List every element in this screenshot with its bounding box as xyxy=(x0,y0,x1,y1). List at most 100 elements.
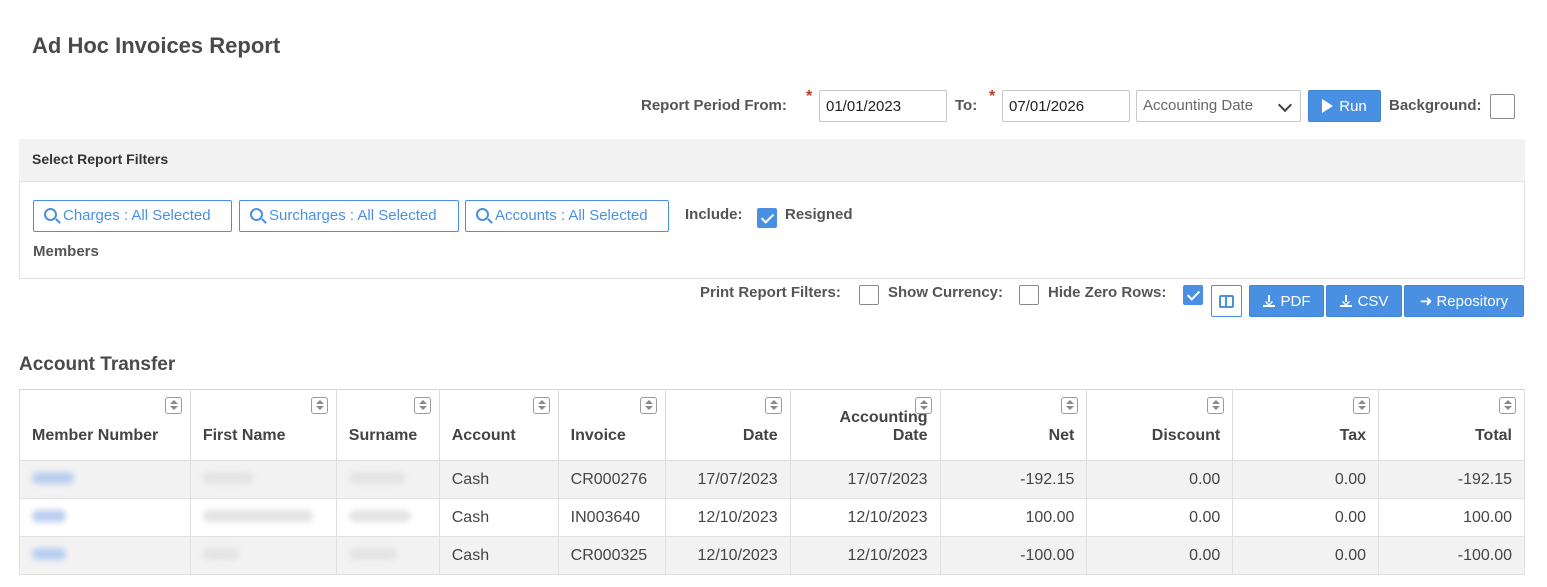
column-header-net[interactable]: Net xyxy=(939,389,1088,461)
column-header-account[interactable]: Account xyxy=(438,389,559,461)
column-header-tax[interactable]: Tax xyxy=(1232,389,1380,461)
surname-cell xyxy=(335,498,440,537)
first-name-cell xyxy=(189,460,337,499)
net-cell: -100.00 xyxy=(939,536,1088,575)
column-header-member-number[interactable]: Member Number xyxy=(19,389,191,461)
period-from-input[interactable] xyxy=(819,90,947,122)
members-label: Members xyxy=(33,243,99,260)
download-icon xyxy=(1339,295,1352,307)
total-cell: 100.00 xyxy=(1378,498,1525,537)
background-checkbox[interactable] xyxy=(1490,94,1515,119)
sort-icon[interactable] xyxy=(310,397,328,414)
accounting-date-cell: 12/10/2023 xyxy=(789,498,941,537)
period-to-label: To: xyxy=(955,97,978,114)
invoice-link[interactable]: CR000276 xyxy=(557,460,666,499)
include-label: Include: xyxy=(685,206,743,223)
tax-cell: 0.00 xyxy=(1232,536,1380,575)
date-cell: 17/07/2023 xyxy=(664,460,791,499)
filters-header: Select Report Filters xyxy=(19,139,1525,182)
section-title: Account Transfer xyxy=(19,354,176,375)
discount-cell: 0.00 xyxy=(1086,460,1234,499)
net-cell: 100.00 xyxy=(939,498,1088,537)
date-type-select[interactable]: Accounting Date xyxy=(1136,90,1301,122)
hide-zero-rows-label: Hide Zero Rows: xyxy=(1048,284,1167,301)
run-button[interactable]: Run xyxy=(1308,90,1381,122)
show-currency-checkbox[interactable] xyxy=(1019,285,1039,305)
surname-cell xyxy=(335,536,440,575)
column-header-date[interactable]: Date xyxy=(664,389,791,461)
column-header-total[interactable]: Total xyxy=(1378,389,1525,461)
background-label: Background: xyxy=(1389,97,1482,114)
date-type-value: Accounting Date xyxy=(1143,97,1254,114)
csv-button[interactable]: CSV xyxy=(1326,285,1402,317)
member-number-cell[interactable] xyxy=(19,460,191,499)
net-cell: -192.15 xyxy=(939,460,1088,499)
surcharges-filter-label: Surcharges : All Selected xyxy=(269,207,437,224)
sort-icon[interactable] xyxy=(413,397,431,414)
repository-button[interactable]: ➜ Repository xyxy=(1404,285,1524,317)
sort-icon[interactable] xyxy=(1061,397,1079,414)
sort-icon[interactable] xyxy=(1353,397,1371,414)
filters-panel: Charges : All Selected Surcharges : All … xyxy=(19,181,1525,279)
print-filters-label: Print Report Filters: xyxy=(700,284,841,301)
column-header-surname[interactable]: Surname xyxy=(335,389,440,461)
charges-filter-label: Charges : All Selected xyxy=(63,207,211,224)
sort-icon[interactable] xyxy=(532,397,550,414)
sort-icon[interactable] xyxy=(164,397,182,414)
account-cell: Cash xyxy=(438,498,559,537)
arrow-right-icon: ➜ xyxy=(1419,293,1433,310)
search-plus-icon xyxy=(250,208,263,221)
column-header-accounting-date[interactable]: Accounting Date xyxy=(789,389,941,461)
required-mark: * xyxy=(989,88,996,105)
report-period-row: Report Period From: * To: * Accounting D… xyxy=(0,88,1547,122)
total-cell: -100.00 xyxy=(1378,536,1525,575)
first-name-cell xyxy=(189,498,337,537)
accounts-filter-button[interactable]: Accounts : All Selected xyxy=(465,200,669,232)
resigned-checkbox[interactable] xyxy=(757,208,777,228)
columns-button[interactable] xyxy=(1211,285,1242,317)
account-cell: Cash xyxy=(438,460,559,499)
period-to-input[interactable] xyxy=(1002,90,1130,122)
accounting-date-cell: 12/10/2023 xyxy=(789,536,941,575)
sort-icon[interactable] xyxy=(914,397,932,414)
download-icon xyxy=(1262,295,1275,307)
date-cell: 12/10/2023 xyxy=(664,498,791,537)
table-header-row: Member Number First Name Surname Account… xyxy=(19,389,1525,461)
charges-filter-button[interactable]: Charges : All Selected xyxy=(33,200,232,232)
column-header-first-name[interactable]: First Name xyxy=(189,389,337,461)
total-cell: -192.15 xyxy=(1378,460,1525,499)
table-row: Cash IN003640 12/10/2023 12/10/2023 100.… xyxy=(19,498,1525,537)
play-icon xyxy=(1322,99,1334,113)
sort-icon[interactable] xyxy=(764,397,782,414)
account-transfer-table: Member Number First Name Surname Account… xyxy=(19,389,1525,575)
tax-cell: 0.00 xyxy=(1232,460,1380,499)
sort-icon[interactable] xyxy=(1499,397,1516,414)
csv-label: CSV xyxy=(1357,293,1389,310)
first-name-cell xyxy=(189,536,337,575)
member-number-cell[interactable] xyxy=(19,498,191,537)
date-cell: 12/10/2023 xyxy=(664,536,791,575)
member-number-cell[interactable] xyxy=(19,536,191,575)
resigned-label: Resigned xyxy=(785,206,853,223)
pdf-button[interactable]: PDF xyxy=(1249,285,1324,317)
search-plus-icon xyxy=(476,208,489,221)
surname-cell xyxy=(335,460,440,499)
accounting-date-cell: 17/07/2023 xyxy=(789,460,941,499)
show-currency-label: Show Currency: xyxy=(888,284,1004,301)
sort-icon[interactable] xyxy=(639,397,657,414)
column-header-discount[interactable]: Discount xyxy=(1086,389,1234,461)
hide-zero-rows-checkbox[interactable] xyxy=(1183,285,1203,305)
discount-cell: 0.00 xyxy=(1086,536,1234,575)
required-mark: * xyxy=(806,88,813,105)
surcharges-filter-button[interactable]: Surcharges : All Selected xyxy=(239,200,459,232)
sort-icon[interactable] xyxy=(1207,397,1225,414)
run-label: Run xyxy=(1339,98,1367,115)
account-cell: Cash xyxy=(438,536,559,575)
print-filters-checkbox[interactable] xyxy=(859,285,879,305)
invoice-link[interactable]: CR000325 xyxy=(557,536,666,575)
report-options-row: Print Report Filters: Show Currency: Hid… xyxy=(0,284,1547,318)
table-row: Cash CR000276 17/07/2023 17/07/2023 -192… xyxy=(19,460,1525,499)
invoice-link[interactable]: IN003640 xyxy=(557,498,666,537)
column-header-invoice[interactable]: Invoice xyxy=(557,389,666,461)
pdf-label: PDF xyxy=(1280,293,1311,310)
